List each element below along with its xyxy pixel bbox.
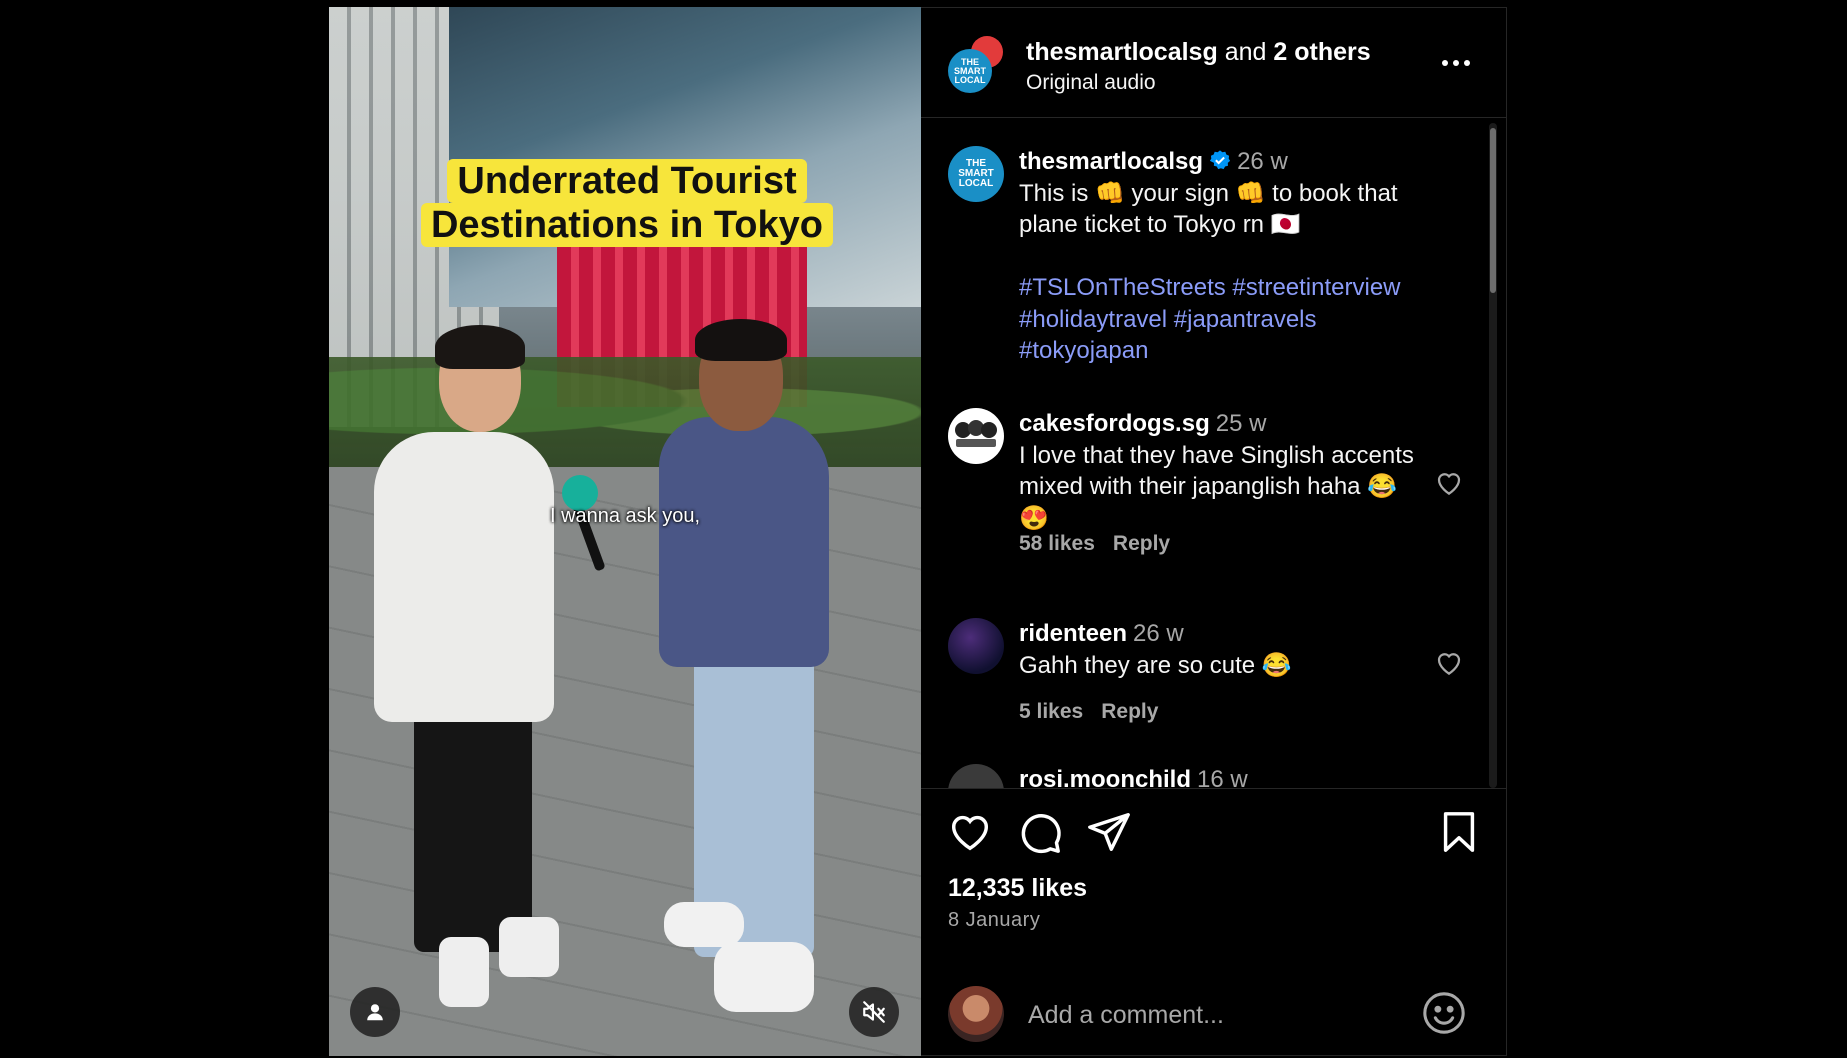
comment-time[interactable]: 26 w: [1133, 620, 1184, 647]
video-player[interactable]: Underrated Tourist Destinations in Tokyo…: [329, 7, 921, 1056]
hashtag-link[interactable]: #TSLOnTheStreets #streetinterview: [1019, 274, 1401, 301]
author-avatar[interactable]: THE SMART LOCAL: [948, 49, 992, 93]
caption-text-line: plane ticket to Tokyo rn 🇯🇵: [1019, 211, 1301, 238]
caption-time[interactable]: 26 w: [1237, 148, 1288, 175]
comment-username[interactable]: rosi.moonchild: [1019, 766, 1191, 788]
scrollbar-thumb[interactable]: [1490, 128, 1496, 293]
comment-text: I love that they have Singlish accents m…: [1019, 441, 1414, 532]
person-right-jacket: [659, 417, 829, 667]
video-subtitle: I wanna ask you,: [549, 505, 701, 527]
person-right-shoe: [714, 942, 814, 1012]
person-right-hair: [695, 319, 787, 361]
commenter-avatar[interactable]: [948, 764, 1004, 788]
comment-bubble-icon[interactable]: [1017, 809, 1063, 855]
comment-likes[interactable]: 5 likes: [1019, 700, 1083, 723]
video-title-line: Destinations in Tokyo: [420, 203, 833, 247]
commenter-avatar[interactable]: [948, 618, 1004, 674]
like-heart-icon[interactable]: [947, 809, 993, 855]
share-paper-plane-icon[interactable]: [1086, 809, 1132, 855]
person-left-shoe: [439, 937, 489, 1007]
dog-logo-icon: [955, 420, 997, 447]
post-actions: 12,335 likes 8 January: [921, 788, 1507, 949]
author-username-link[interactable]: thesmartlocalsg: [1026, 38, 1218, 66]
avatar-logo-text: THE SMART LOCAL: [954, 56, 986, 85]
avatar-logo-text: THE SMART LOCAL: [958, 158, 994, 189]
and-text: and: [1224, 38, 1267, 66]
current-user-avatar: [948, 986, 1004, 1042]
person-left-hair: [435, 325, 525, 369]
post-side-panel: THE SMART LOCAL thesmartlocalsg and 2 ot…: [921, 7, 1507, 1056]
comment-body: rosi.moonchild 16 w: [1019, 764, 1424, 788]
reply-button[interactable]: Reply: [1113, 532, 1170, 555]
add-comment-bar: [921, 958, 1507, 1057]
comment-likes[interactable]: 58 likes: [1019, 532, 1095, 555]
like-comment-heart-icon[interactable]: [1434, 648, 1464, 678]
comment-body: cakesfordogs.sg 25 w I love that they hav…: [1019, 408, 1424, 534]
commenter-avatar[interactable]: [948, 408, 1004, 464]
person-left-shirt: [374, 432, 554, 722]
like-comment-heart-icon[interactable]: [1434, 468, 1464, 498]
verified-badge-icon: [1209, 150, 1231, 170]
person-right-shoe: [664, 902, 744, 947]
post-likes-count[interactable]: 12,335 likes: [948, 874, 1087, 903]
comment-text: Gahh they are so cute 😂: [1019, 651, 1292, 679]
add-comment-input[interactable]: [1026, 996, 1410, 1034]
caption-author-avatar[interactable]: THE SMART LOCAL: [948, 146, 1004, 202]
emoji-smiley-icon[interactable]: [1421, 990, 1467, 1036]
caption-text-line: This is 👊 your sign 👊 to book that: [1019, 179, 1398, 207]
comment-time[interactable]: 25 w: [1216, 410, 1267, 437]
comments-list[interactable]: THE SMART LOCAL thesmartlocalsg 26 w This…: [921, 118, 1507, 788]
hashtag-link[interactable]: #tokyojapan: [1019, 337, 1148, 364]
more-dots-icon: [1442, 60, 1470, 66]
post-authors: thesmartlocalsg and 2 others: [1026, 38, 1371, 67]
others-link[interactable]: 2 others: [1273, 38, 1370, 66]
comment-body: ridenteen 26 w Gahh they are so cute 😂: [1019, 618, 1424, 681]
mute-toggle-button[interactable]: [849, 987, 899, 1037]
tagged-users-button[interactable]: [350, 987, 400, 1037]
save-bookmark-icon[interactable]: [1436, 809, 1482, 855]
more-options-button[interactable]: [1436, 48, 1476, 78]
user-icon: [367, 1004, 383, 1021]
comment-username[interactable]: cakesfordogs.sg: [1019, 410, 1210, 437]
hashtag-link[interactable]: #holidaytravel #japantravels: [1019, 306, 1317, 333]
speaker-muted-icon: [863, 1001, 885, 1023]
person-left-pants: [414, 712, 532, 952]
person-left-shoe: [499, 917, 559, 977]
post-header: THE SMART LOCAL thesmartlocalsg and 2 ot…: [921, 8, 1507, 118]
post-date[interactable]: 8 January: [948, 909, 1040, 932]
original-audio-link[interactable]: Original audio: [1026, 71, 1156, 95]
caption-username[interactable]: thesmartlocalsg: [1019, 148, 1203, 175]
reply-button[interactable]: Reply: [1101, 700, 1158, 723]
video-title-banner: Underrated Tourist Destinations in Tokyo: [401, 159, 853, 247]
comment-username[interactable]: ridenteen: [1019, 620, 1127, 647]
comment-time[interactable]: 16 w: [1197, 766, 1248, 788]
caption-body: thesmartlocalsg 26 w This is 👊 your sign …: [1019, 146, 1424, 367]
video-title-line: Underrated Tourist: [447, 159, 807, 203]
comment-meta: 5 likes Reply: [1019, 700, 1176, 724]
comment-meta: 58 likes Reply: [1019, 532, 1188, 556]
